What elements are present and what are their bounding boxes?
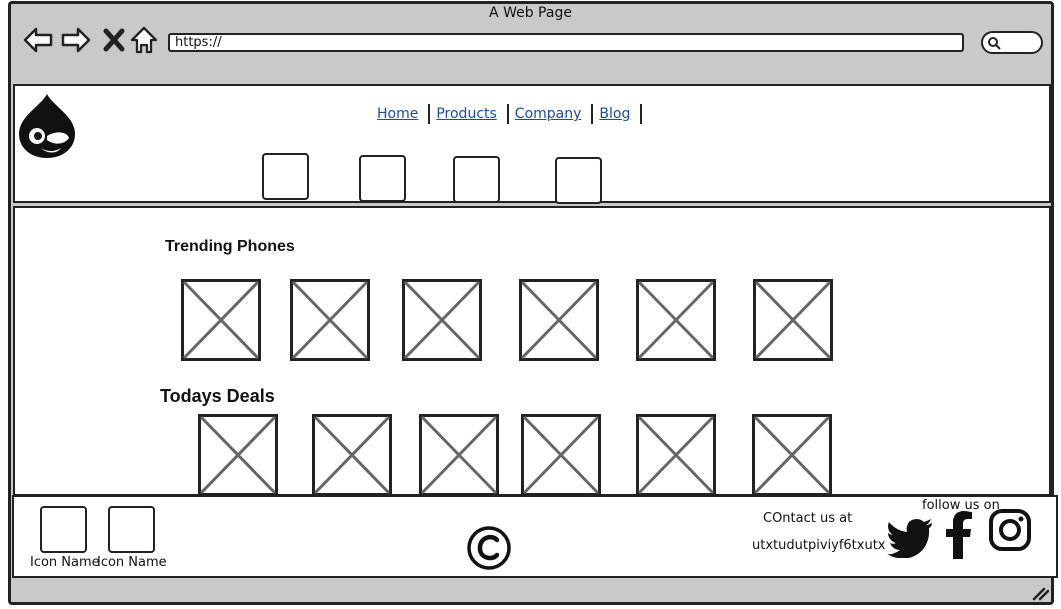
footer-icon-label: Icon Name xyxy=(97,555,167,570)
arrow-right-icon[interactable] xyxy=(60,24,92,56)
search-icon xyxy=(988,37,1001,50)
nav-link-home[interactable]: Home xyxy=(377,106,418,122)
header-icon-button[interactable] xyxy=(359,155,406,202)
search-field[interactable] xyxy=(981,31,1043,54)
product-image-placeholder[interactable] xyxy=(402,279,482,361)
product-image-placeholder[interactable] xyxy=(312,414,392,496)
product-image-placeholder[interactable] xyxy=(752,414,832,496)
resize-grip-icon[interactable] xyxy=(1030,585,1050,601)
close-icon[interactable] xyxy=(98,24,130,56)
drupal-drop-icon[interactable] xyxy=(17,92,77,160)
product-image-placeholder[interactable] xyxy=(636,279,716,361)
nav-separator xyxy=(591,104,594,124)
instagram-icon[interactable] xyxy=(988,508,1032,552)
product-image-placeholder[interactable] xyxy=(419,414,499,496)
product-image-placeholder[interactable] xyxy=(198,414,278,496)
window-title: A Web Page xyxy=(489,5,572,21)
nav-link-products[interactable]: Products xyxy=(436,106,496,122)
section-title-trending: Trending Phones xyxy=(165,238,295,255)
url-input[interactable]: https:// xyxy=(168,33,964,52)
nav-link-company[interactable]: Company xyxy=(515,106,582,122)
facebook-icon[interactable] xyxy=(945,511,973,559)
product-image-placeholder[interactable] xyxy=(519,279,599,361)
nav-separator xyxy=(640,104,643,124)
arrow-left-icon[interactable] xyxy=(22,24,54,56)
footer-icon-label: Icon Name xyxy=(30,555,100,570)
footer-icon-button[interactable] xyxy=(40,506,87,553)
product-image-placeholder[interactable] xyxy=(290,279,370,361)
nav-separator xyxy=(428,104,431,124)
contact-label: COntact us at xyxy=(763,511,853,526)
header-icon-button[interactable] xyxy=(262,153,309,200)
header-icon-button[interactable] xyxy=(453,156,500,203)
header-icon-button[interactable] xyxy=(555,157,602,204)
product-image-placeholder[interactable] xyxy=(636,414,716,496)
product-image-placeholder[interactable] xyxy=(521,414,601,496)
section-title-deals: Todays Deals xyxy=(160,386,275,406)
twitter-icon[interactable] xyxy=(887,518,933,558)
home-icon[interactable] xyxy=(128,24,160,56)
nav-link-blog[interactable]: Blog xyxy=(599,106,630,122)
product-image-placeholder[interactable] xyxy=(181,279,261,361)
copyright-icon xyxy=(467,526,511,570)
contact-email[interactable]: utxtudutpiviyf6txutx xyxy=(752,538,886,553)
nav-separator xyxy=(506,104,509,124)
footer-icon-button[interactable] xyxy=(108,506,155,553)
site-header xyxy=(13,84,1051,203)
product-image-placeholder[interactable] xyxy=(753,279,833,361)
main-nav: Home Products Company Blog xyxy=(375,104,646,124)
status-bar xyxy=(8,579,1054,605)
